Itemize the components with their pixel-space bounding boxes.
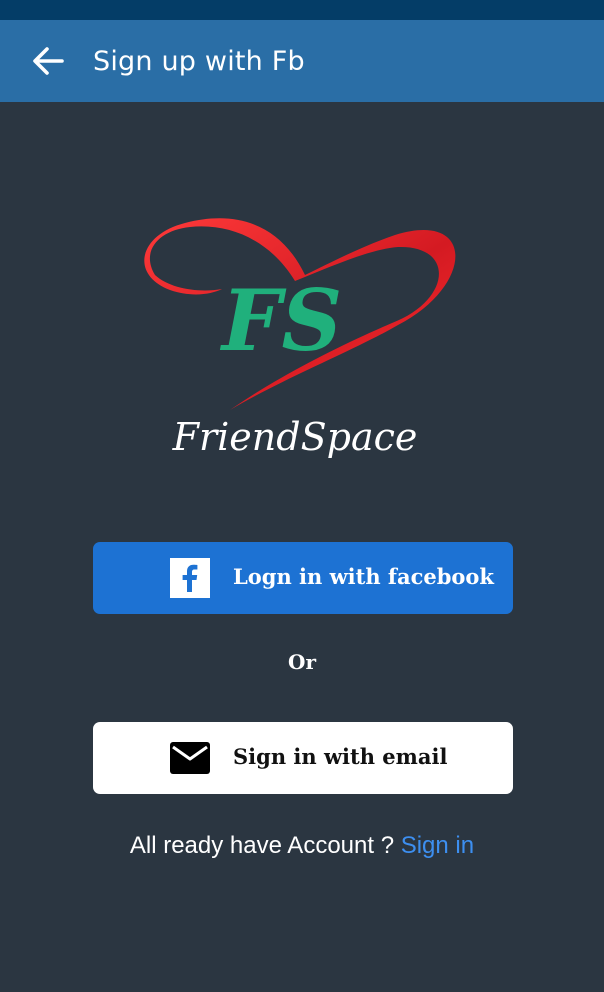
existing-account-prompt: All ready have Account ? [129,832,401,859]
logo-initials: FS [220,271,342,370]
facebook-icon [170,558,210,598]
arrow-left-icon [33,47,64,75]
facebook-login-label: Logn in with facebook [233,564,494,589]
mail-icon [170,742,210,774]
logo-wordmark: FriendSpace [172,415,418,459]
email-signin-label: Sign in with email [233,744,448,769]
page-title: Sign up with Fb [93,45,305,77]
app-bar: Sign up with Fb [0,20,604,102]
existing-account-line: All ready have Account ? Sign in [0,832,604,860]
friendspace-logo-graphic: FS FriendSpace [144,218,456,459]
facebook-login-button[interactable]: Logn in with facebook [93,542,513,614]
app-logo: FS FriendSpace [130,205,475,475]
signin-link[interactable]: Sign in [401,832,474,859]
back-button[interactable] [20,33,76,89]
email-signin-button[interactable]: Sign in with email [93,722,513,794]
or-separator: Or [288,650,316,674]
status-bar [0,0,604,20]
